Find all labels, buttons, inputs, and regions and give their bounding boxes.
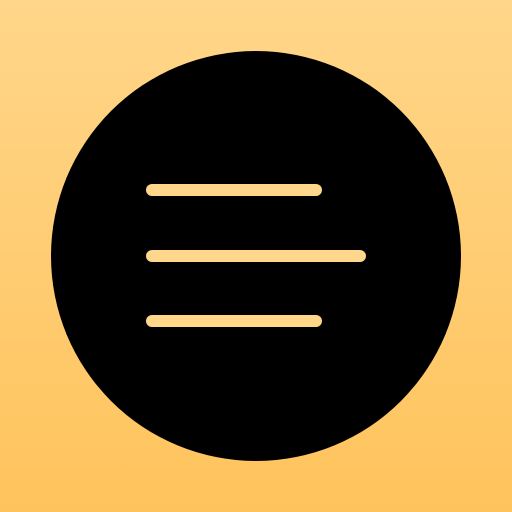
menu-lines-icon xyxy=(146,184,366,327)
app-icon xyxy=(0,0,512,512)
